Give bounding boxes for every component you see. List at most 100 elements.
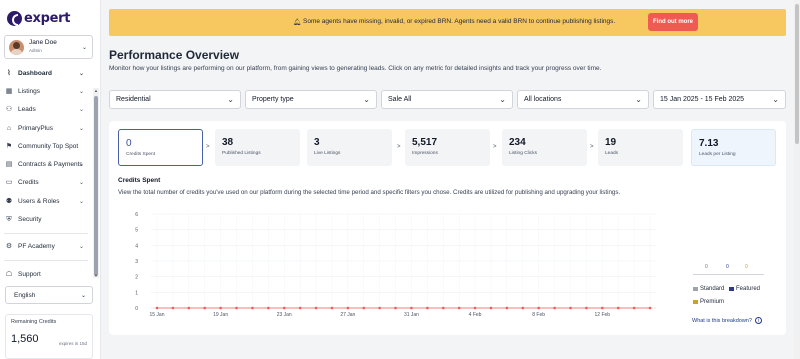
- property-type-filter[interactable]: Property type ⌄: [245, 90, 377, 109]
- language-value: English: [14, 291, 36, 299]
- sidebar-item-pf-academy[interactable]: ⚙ PF Academy ⌄: [0, 238, 92, 256]
- data-point: [553, 306, 556, 310]
- brand-logo[interactable]: expert: [7, 10, 70, 26]
- metric-listing-clicks[interactable]: 234 Listing Clicks: [502, 129, 587, 166]
- sidebar-item-support[interactable]: ☖ Support: [0, 265, 92, 283]
- data-point: [187, 306, 191, 310]
- legend-item: Featured: [729, 286, 760, 292]
- legend-divider: [693, 274, 764, 275]
- data-point: [394, 306, 397, 310]
- sidebar-item-primaryplus[interactable]: ⌂ PrimaryPlus ⌄: [0, 119, 92, 137]
- sidebar-item-contracts-payments[interactable]: ▤ Contracts & Payments ⌄: [0, 155, 92, 173]
- sidebar-item-listings[interactable]: ▦ Listings ⌄: [0, 82, 92, 100]
- main-scrollbar-thumb[interactable]: [795, 4, 799, 144]
- chevron-down-icon: ⌄: [78, 244, 84, 251]
- metric-leads[interactable]: 19 Leads: [598, 129, 683, 166]
- x-tick-label: 31 Jan: [404, 312, 419, 318]
- breakdown-link[interactable]: What is this breakdown? i: [692, 317, 762, 324]
- legend-swatch: [729, 287, 734, 291]
- chevron-down-icon: ⌄: [227, 95, 234, 104]
- sidebar-item-community-top-spot[interactable]: ⚑ Community Top Spot: [0, 137, 92, 155]
- y-tick-label: 1: [135, 290, 138, 296]
- primary-plus-icon: ⌂: [6, 124, 12, 132]
- x-tick-label: 8 Feb: [532, 312, 545, 318]
- scroll-up-icon[interactable]: ▲: [93, 88, 99, 93]
- sidebar-item-leads[interactable]: ⚇ Leads ⌄: [0, 101, 92, 119]
- data-point: [537, 306, 540, 310]
- info-icon: i: [754, 317, 762, 324]
- location-filter[interactable]: All locations ⌄: [517, 90, 649, 109]
- chevron-down-icon: ⌄: [78, 88, 84, 95]
- data-point: [441, 306, 445, 310]
- sidebar-item-label: Users & Roles: [18, 197, 60, 205]
- section-title: Credits Spent: [118, 177, 161, 184]
- scroll-down-icon[interactable]: ▼: [93, 273, 99, 278]
- sidebar-scrollbar[interactable]: ▲ ▼: [93, 88, 99, 278]
- sidebar-item-dashboard[interactable]: ⌇ Dashboard ⌄: [0, 64, 92, 82]
- user-menu[interactable]: Jane Doe Admin ⌄: [4, 35, 93, 59]
- sidebar-item-security[interactable]: ⛨ Security: [0, 210, 92, 228]
- x-tick-label: 15 Jan: [149, 312, 164, 318]
- metric-impressions[interactable]: 5,517 Impressions: [405, 129, 490, 166]
- data-point: [489, 306, 493, 310]
- chevron-down-icon: ⌄: [772, 95, 779, 104]
- brn-warning-banner: 🔔︎ Some agents have missing, invalid, or…: [109, 9, 786, 36]
- metric-value: 3: [314, 137, 320, 148]
- logo-icon: [7, 10, 22, 26]
- x-tick-label: 4 Feb: [469, 312, 482, 318]
- language-select[interactable]: English ⌄: [5, 286, 93, 304]
- chevron-right-icon: >: [493, 144, 497, 150]
- academy-icon: ⚙: [5, 243, 13, 251]
- chevron-down-icon: ⌄: [78, 162, 84, 169]
- legend-swatch: [693, 287, 698, 291]
- sidebar: expert Jane Doe Admin ⌄ ⌇ Dashboard ⌄ ▦ List…: [0, 0, 101, 359]
- sidebar-item-label: Support: [18, 270, 41, 278]
- metric-label: Impressions: [412, 151, 438, 156]
- data-point: [426, 306, 429, 310]
- metric-label: Published Listings: [222, 151, 261, 156]
- sidebar-item-credits[interactable]: ▭ Credits ⌄: [0, 174, 92, 192]
- sidebar-item-users-roles[interactable]: ⚉ Users & Roles ⌄: [0, 192, 92, 210]
- date-range-filter[interactable]: 15 Jan 2025 - 15 Feb 2025 ⌄: [653, 90, 786, 109]
- sidebar-item-label: Dashboard: [18, 69, 52, 77]
- data-point: [410, 306, 413, 310]
- data-point: [505, 306, 509, 310]
- data-point: [171, 306, 175, 310]
- metric-label: Leads: [605, 151, 619, 156]
- remaining-credits-expiry: expires in 15d: [58, 341, 87, 346]
- find-out-more-button[interactable]: Find out more: [648, 13, 698, 31]
- metric-live-listings[interactable]: 3 Live Listings: [307, 129, 392, 166]
- data-point: [346, 306, 350, 310]
- chevron-down-icon: ⌄: [78, 125, 84, 132]
- sale-filter[interactable]: Sale All ⌄: [381, 90, 513, 109]
- metric-leads-per-listing[interactable]: 7.13 Leads per Listing: [691, 129, 776, 166]
- category-filter[interactable]: Residential ⌄: [109, 90, 241, 109]
- chevron-down-icon: ⌄: [78, 198, 84, 205]
- chevron-down-icon: ⌄: [81, 45, 87, 51]
- chevron-down-icon: ⌄: [499, 95, 506, 104]
- nav-divider: [4, 232, 88, 234]
- nav-divider: [4, 259, 88, 261]
- contracts-icon: ▤: [5, 161, 13, 169]
- property-type-filter-value: Property type: [252, 96, 294, 103]
- remaining-credits-card: Remaining Credits 1,560 expires in 15d: [5, 314, 93, 359]
- sidebar-item-label: Community Top Spot: [18, 142, 79, 150]
- page-subtitle: Monitor how your listings are performing…: [109, 65, 602, 72]
- metric-published-listings[interactable]: 38 Published Listings: [215, 129, 300, 166]
- bell-icon: 🔔︎: [293, 19, 302, 26]
- location-filter-value: All locations: [524, 96, 562, 103]
- scrollbar-thumb[interactable]: [94, 96, 98, 276]
- metric-label: Listing Clicks: [509, 151, 537, 156]
- x-tick-label: 23 Jan: [277, 312, 292, 318]
- main-scrollbar[interactable]: [794, 0, 800, 359]
- legend-label: Premium: [700, 299, 725, 305]
- y-tick-label: 4: [135, 243, 138, 249]
- metric-credits-spent[interactable]: 0 Credits Spent: [118, 129, 203, 166]
- brand-name: expert: [24, 10, 71, 26]
- data-point: [203, 306, 207, 310]
- data-point: [616, 306, 620, 310]
- avatar: [9, 39, 24, 55]
- data-point: [267, 306, 270, 310]
- legend-item: Premium: [693, 299, 724, 305]
- x-tick-label: 27 Jan: [340, 312, 355, 318]
